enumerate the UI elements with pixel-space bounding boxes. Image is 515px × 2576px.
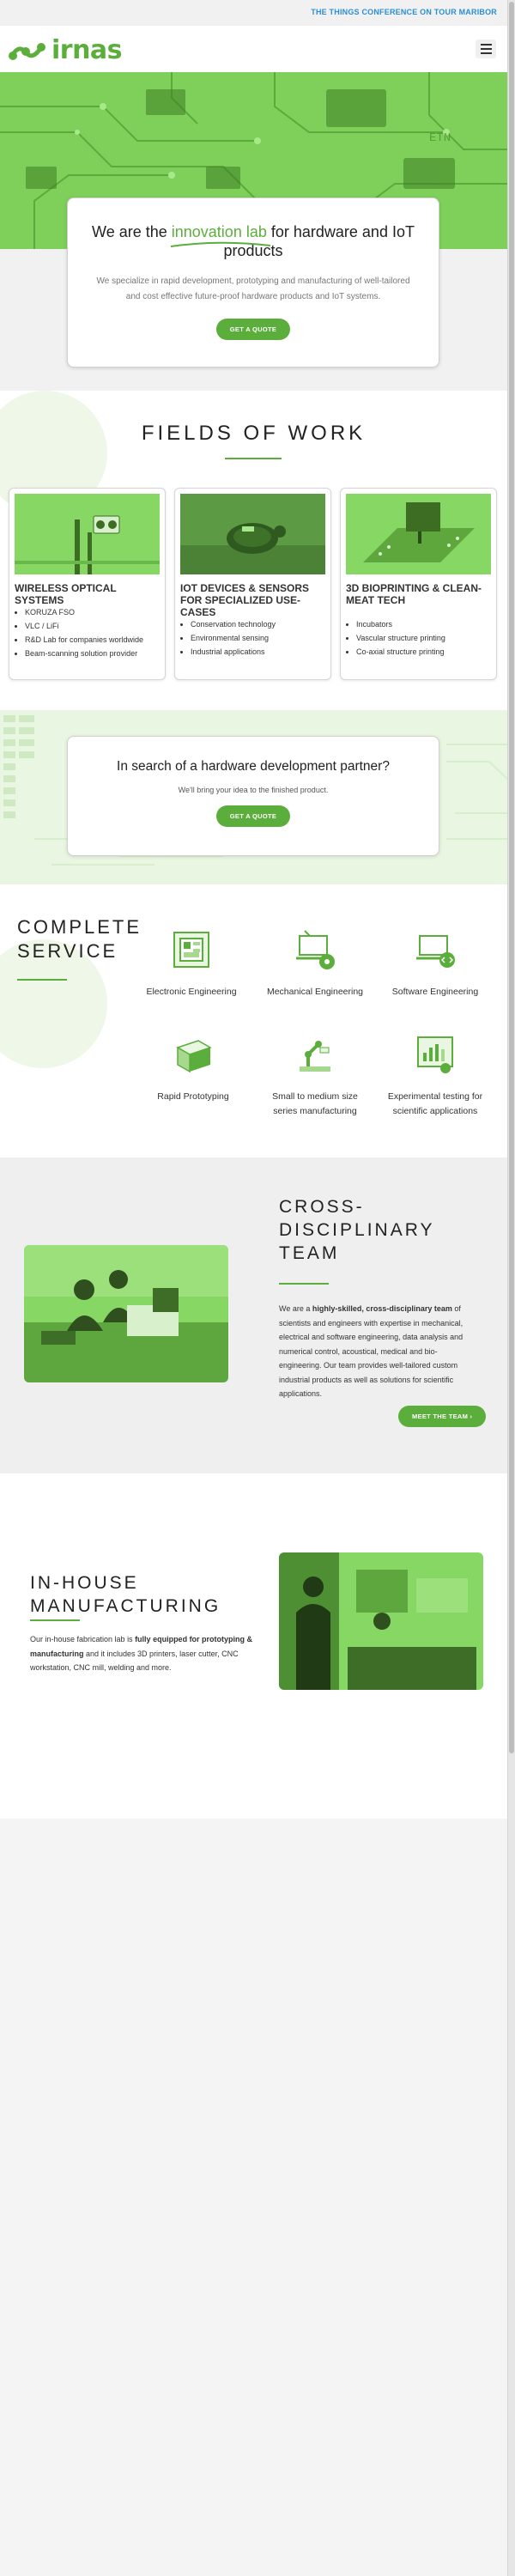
menu-button[interactable] bbox=[476, 39, 496, 58]
title-underline bbox=[279, 1283, 329, 1285]
card-image bbox=[15, 494, 160, 574]
list-item: Environmental sensing bbox=[191, 631, 328, 645]
service-testing: Experimental testing for scientific appl… bbox=[379, 1032, 491, 1119]
title-underline bbox=[30, 1619, 80, 1621]
card-list: Incubators Vascular structure printing C… bbox=[356, 617, 494, 659]
hamburger-icon bbox=[480, 44, 492, 46]
laptop-gear-icon bbox=[296, 930, 335, 969]
section-title: CROSS- DISCIPLINARY TEAM bbox=[279, 1197, 435, 1263]
list-item: Co-axial structure printing bbox=[356, 645, 494, 659]
fields-of-work-section: FIELDS OF WORK WIRELESS OPTICAL SYSTEMS … bbox=[0, 391, 507, 710]
hero-title-highlight: innovation lab bbox=[171, 223, 267, 240]
get-quote-button[interactable]: GET A QUOTE bbox=[215, 805, 291, 827]
title-underline bbox=[17, 979, 67, 981]
page-scrollbar[interactable] bbox=[507, 0, 515, 2576]
hero-text: We specialize in rapid development, prot… bbox=[96, 276, 410, 301]
card-list: KORUZA FSO VLC / LiFi R&D Lab for compan… bbox=[25, 605, 162, 660]
robot-arm-icon bbox=[300, 1041, 330, 1072]
meet-the-team-button[interactable]: MEET THE TEAM › bbox=[398, 1406, 487, 1427]
team-section: CROSS- DISCIPLINARY TEAM We are a highly… bbox=[0, 1157, 507, 1473]
svg-text:ETN: ETN bbox=[429, 131, 451, 145]
partner-text: We'll bring your idea to the finished pr… bbox=[178, 786, 329, 794]
lab-photo bbox=[279, 1552, 483, 1690]
list-item: Conservation technology bbox=[191, 617, 328, 631]
title-underline bbox=[225, 458, 282, 459]
service-label: Experimental testing for scientific appl… bbox=[387, 1091, 483, 1116]
field-card-iot[interactable]: IOT DEVICES & SENSORS FOR SPECIALIZED US… bbox=[174, 488, 331, 680]
list-item: Industrial applications bbox=[191, 645, 328, 659]
field-card-optical[interactable]: WIRELESS OPTICAL SYSTEMS KORUZA FSO VLC … bbox=[9, 488, 166, 680]
manufacturing-section: IN-HOUSE MANUFACTURING Our in-house fabr… bbox=[0, 1473, 507, 1819]
announcement-bar: THE THINGS CONFERENCE ON TOUR MARIBOR bbox=[0, 0, 507, 26]
card-image bbox=[346, 494, 491, 574]
service-label: Electronic Engineering bbox=[146, 987, 237, 997]
service-label: Small to medium size series manufacturin… bbox=[272, 1091, 358, 1116]
partner-card: In search of a hardware development part… bbox=[67, 736, 439, 856]
3d-box-icon bbox=[176, 1040, 212, 1073]
scrollbar-thumb[interactable] bbox=[509, 2, 514, 1753]
service-label: Software Engineering bbox=[391, 987, 479, 997]
list-item: VLC / LiFi bbox=[25, 619, 162, 633]
list-item: Vascular structure printing bbox=[356, 631, 494, 645]
laptop-code-icon bbox=[416, 935, 455, 968]
highlight-swoosh bbox=[170, 241, 271, 247]
get-quote-button[interactable]: GET A QUOTE bbox=[215, 319, 291, 340]
service-electronic: Electronic Engineering bbox=[136, 927, 247, 999]
service-mechanical: Mechanical Engineering bbox=[259, 927, 371, 999]
list-item: Beam-scanning solution provider bbox=[25, 647, 162, 660]
section-title: IN-HOUSE MANUFACTURING bbox=[30, 1573, 221, 1616]
logo-text: irnas bbox=[52, 35, 123, 65]
service-software: Software Engineering bbox=[379, 927, 491, 999]
logo[interactable]: irnas bbox=[9, 35, 123, 65]
site-header: irnas bbox=[0, 26, 507, 72]
section-title: COMPLETE SERVICE bbox=[17, 916, 142, 962]
service-label: Rapid Prototyping bbox=[157, 1091, 229, 1102]
card-title: 3D BIOPRINTING & CLEAN-MEAT TECH bbox=[346, 582, 482, 606]
service-prototyping: Rapid Prototyping bbox=[137, 1032, 249, 1104]
service-label: Mechanical Engineering bbox=[266, 987, 364, 997]
card-title: IOT DEVICES & SENSORS FOR SPECIALIZED US… bbox=[180, 582, 310, 618]
certificate-chart-icon bbox=[417, 1036, 453, 1073]
hero-card: We are the innovation lab for hardware a… bbox=[67, 197, 439, 368]
section-title: FIELDS OF WORK bbox=[141, 422, 367, 445]
field-card-bioprinting[interactable]: 3D BIOPRINTING & CLEAN-MEAT TECH Incubat… bbox=[340, 488, 497, 680]
list-item: KORUZA FSO bbox=[25, 605, 162, 619]
circuit-board-icon bbox=[173, 932, 209, 968]
service-manufacturing: Small to medium size series manufacturin… bbox=[259, 1032, 371, 1119]
logo-mark-icon bbox=[9, 43, 45, 60]
team-photo bbox=[24, 1245, 228, 1382]
card-title: WIRELESS OPTICAL SYSTEMS bbox=[15, 582, 117, 606]
chevron-right-icon: › bbox=[470, 1413, 473, 1420]
card-image bbox=[180, 494, 325, 574]
complete-service-section: COMPLETE SERVICE Electronic Engineering … bbox=[0, 884, 507, 1157]
card-list: Conservation technology Environmental se… bbox=[191, 617, 328, 659]
manufacturing-text: Our in-house fabrication lab is fully eq… bbox=[30, 1635, 253, 1672]
partner-cta-section: In search of a hardware development part… bbox=[0, 710, 507, 884]
team-text: We are a highly-skilled, cross-disciplin… bbox=[279, 1304, 464, 1398]
list-item: R&D Lab for companies worldwide bbox=[25, 633, 162, 647]
conference-link[interactable]: THE THINGS CONFERENCE ON TOUR MARIBOR bbox=[311, 8, 497, 16]
list-item: Incubators bbox=[356, 617, 494, 631]
partner-title: In search of a hardware development part… bbox=[117, 759, 390, 774]
